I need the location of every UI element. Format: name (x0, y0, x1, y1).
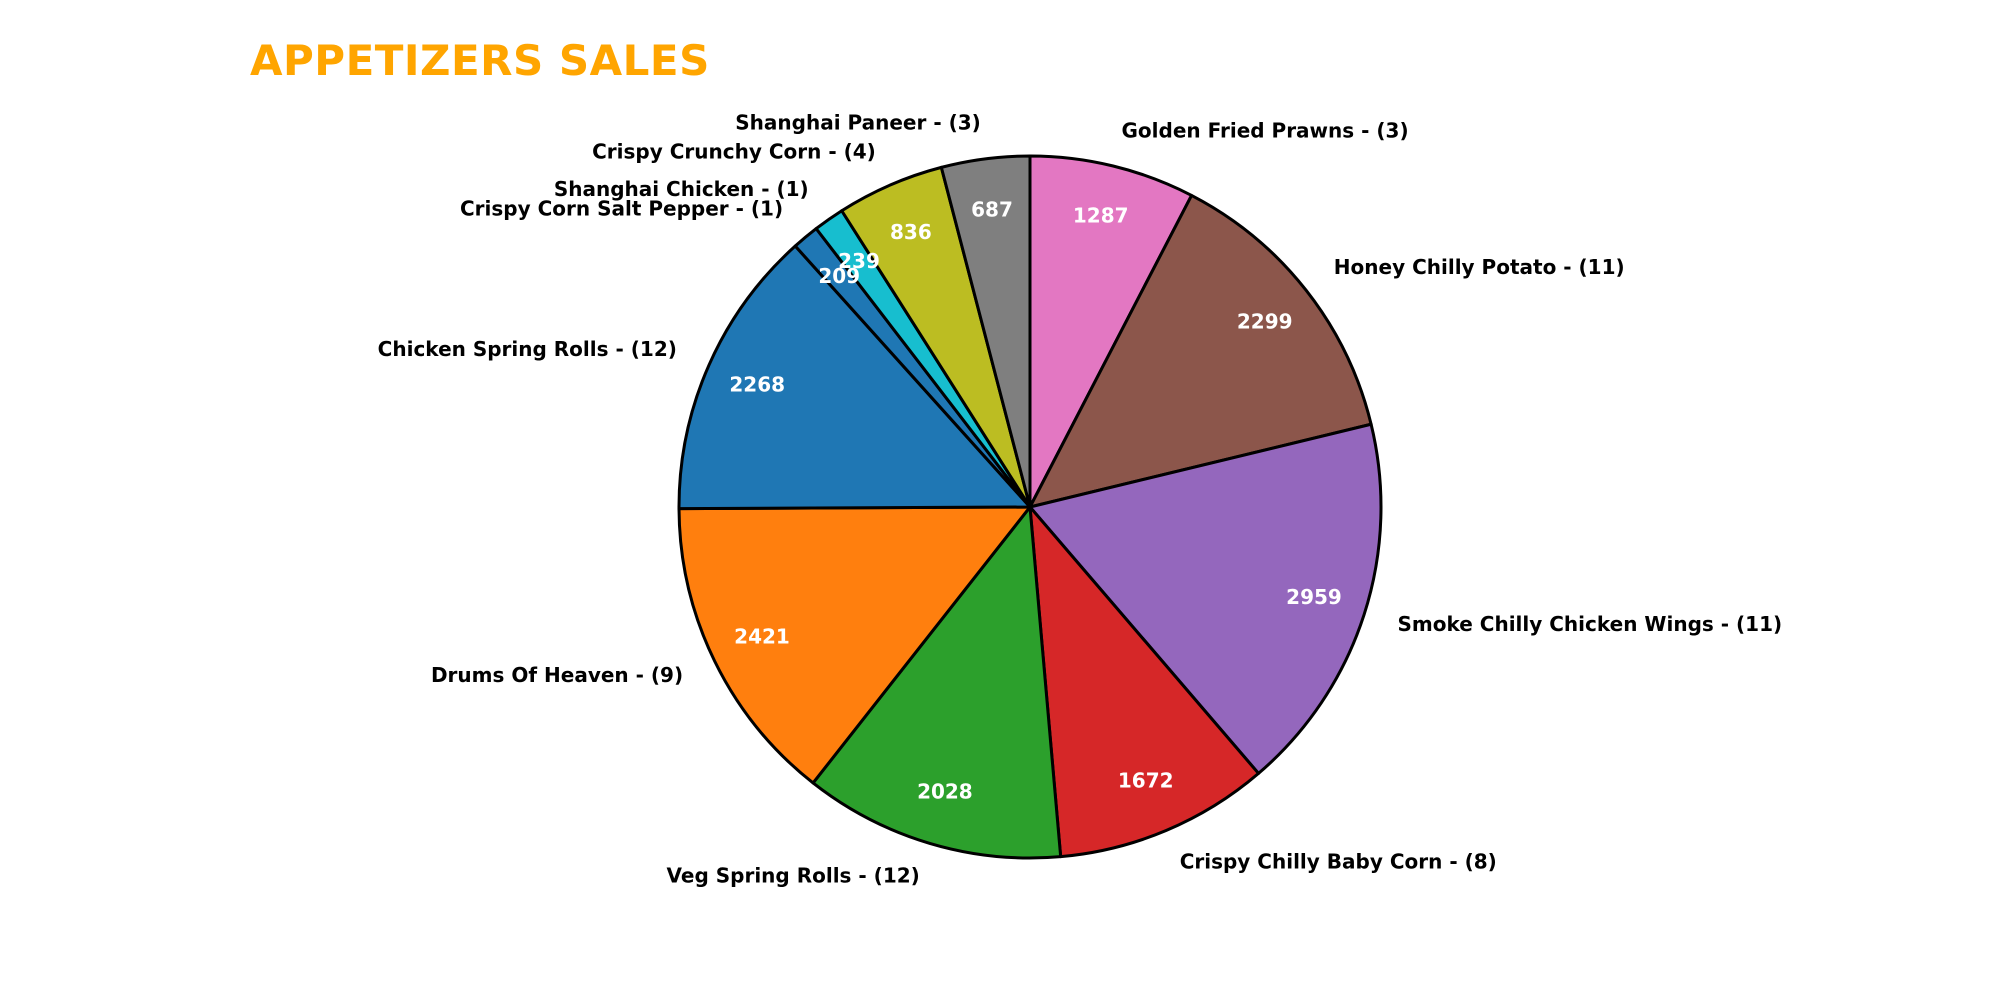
slice-value-label: 1287 (1073, 204, 1129, 228)
slice-value-label: 2028 (917, 779, 973, 803)
slice-value-label: 2268 (729, 373, 785, 397)
slice-value-label: 2299 (1237, 309, 1293, 333)
slice-label: Honey Chilly Potato - (11) (1334, 255, 1625, 279)
slice-label: Crispy Crunchy Corn - (4) (592, 140, 876, 164)
slice-label: Shanghai Chicken - (1) (554, 177, 809, 201)
slice-value-label: 2959 (1286, 585, 1342, 609)
slice-label: Golden Fried Prawns - (3) (1122, 118, 1409, 142)
slice-value-label: 239 (838, 249, 880, 273)
slice-value-label: 2421 (734, 625, 790, 649)
slice-label: Veg Spring Rolls - (12) (667, 864, 920, 888)
slice-value-label: 836 (890, 220, 932, 244)
slice-label: Crispy Chilly Baby Corn - (8) (1180, 849, 1497, 873)
pie-slices (677, 154, 1383, 860)
slice-label: Drums Of Heaven - (9) (431, 663, 683, 687)
pie-chart: APPETIZERS SALES Golden Fried Prawns - (… (0, 0, 2000, 1000)
pie-plot-area: Golden Fried Prawns - (3) 1287 Honey Chill… (378, 111, 1783, 888)
slice-label: Smoke Chilly Chicken Wings - (11) (1398, 612, 1783, 636)
slice-value-label: 1672 (1118, 769, 1174, 793)
slice-label: Chicken Spring Rolls - (12) (378, 337, 677, 361)
slice-value-label: 687 (971, 198, 1013, 222)
slice-label: Shanghai Paneer - (3) (735, 111, 981, 135)
